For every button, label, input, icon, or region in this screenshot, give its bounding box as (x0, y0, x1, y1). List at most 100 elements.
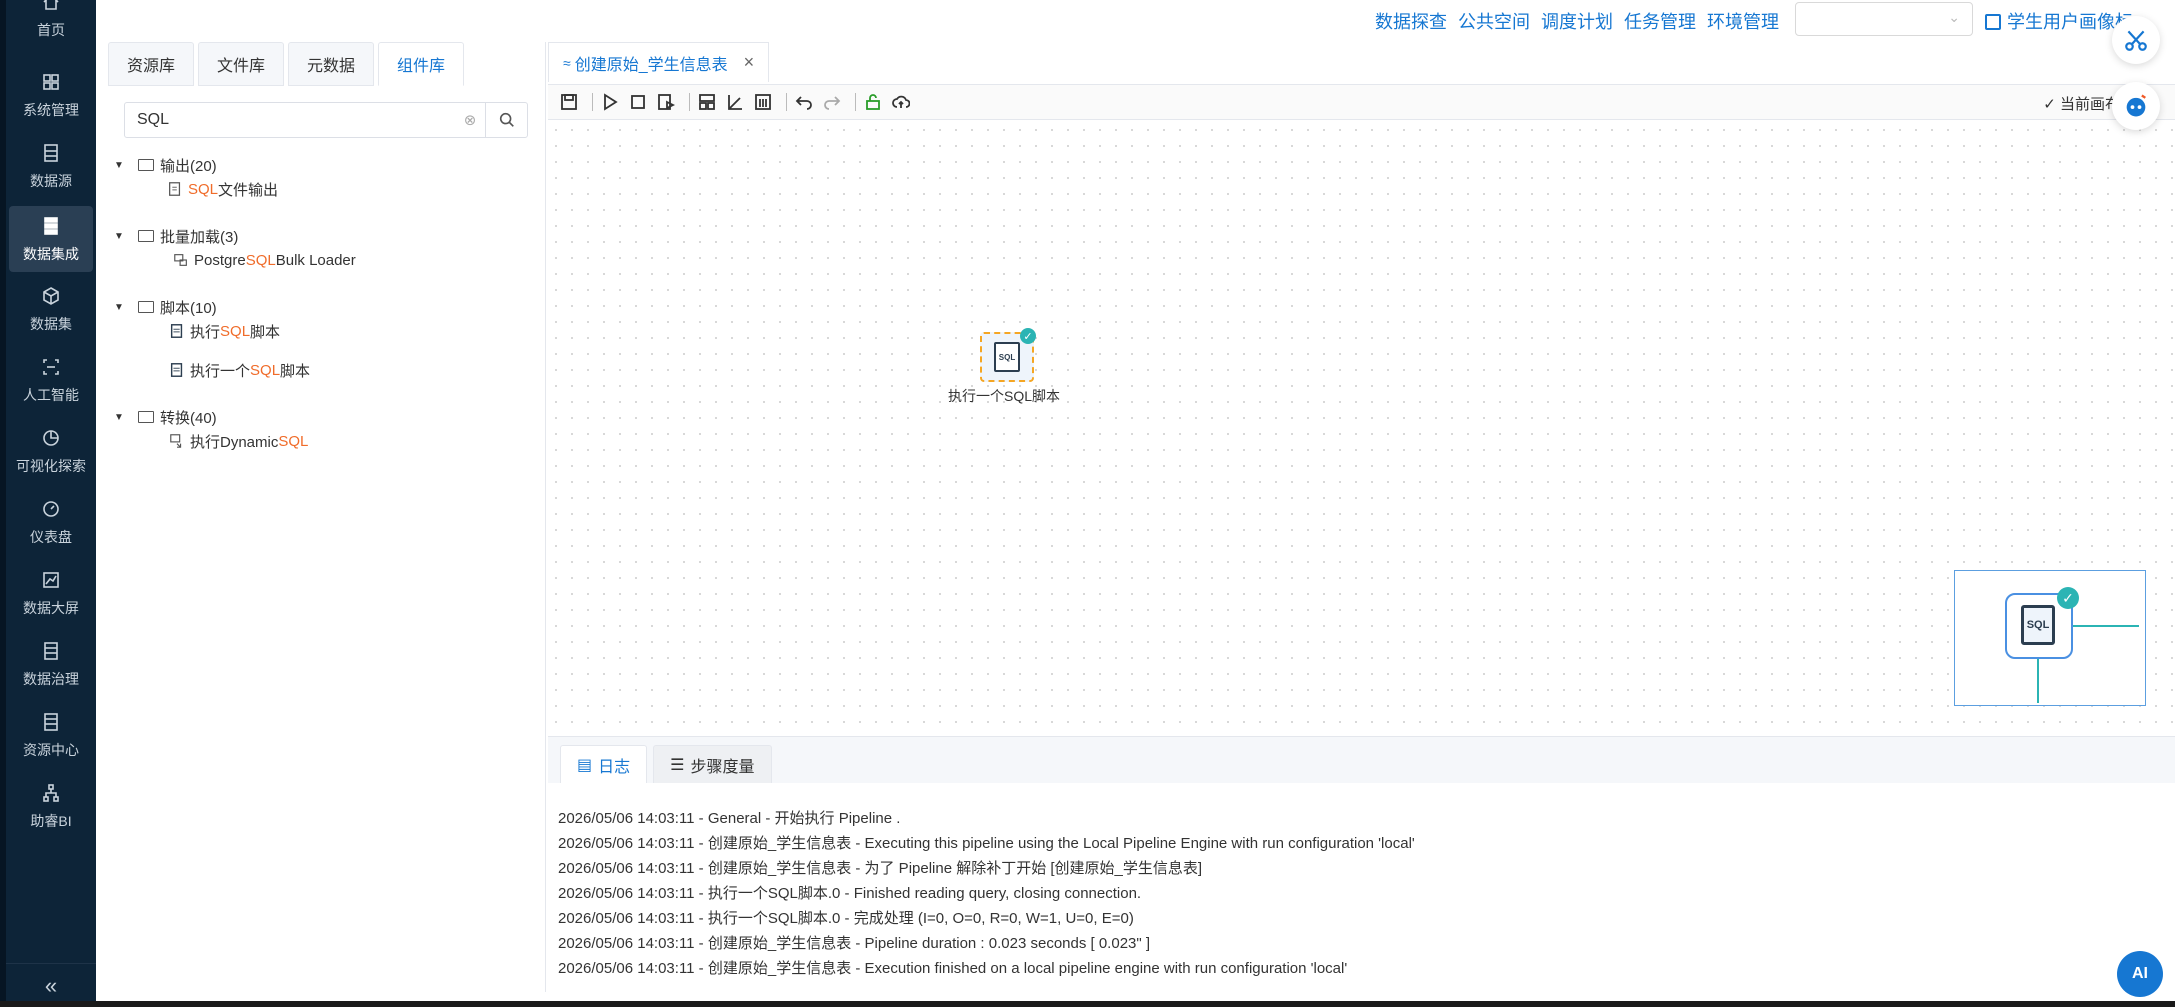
folder-icon (138, 159, 154, 171)
tab-resource-repo[interactable]: 资源库 (108, 42, 195, 86)
tab-log[interactable]: ▤ 日志 (560, 745, 648, 783)
tree-item-highlight: SQL (220, 322, 251, 340)
top-link-public-space[interactable]: 公共空间 (1458, 8, 1530, 34)
editor-tab[interactable]: ≈ 创建原始_学生信息表 × (548, 42, 770, 82)
tree-item-highlight: SQL (278, 432, 309, 450)
nav-item-visual-explore[interactable]: 可视化探索 (6, 418, 96, 484)
scissors-button[interactable] (2112, 16, 2160, 64)
stop-icon[interactable] (627, 91, 649, 113)
ai-scan-icon (39, 355, 63, 379)
redo-icon[interactable] (821, 91, 843, 113)
sql-script-icon (168, 361, 186, 379)
undo-icon[interactable] (793, 91, 815, 113)
nav-item-home[interactable]: 首页 (6, 0, 96, 48)
caret-down-icon: ▼ (114, 301, 124, 313)
lock-icon[interactable] (862, 91, 884, 113)
tree-item-exec-one-sql-script[interactable]: 执行一个 SQL 脚本 (168, 357, 310, 383)
tree-group-label: 脚本(10) (160, 299, 217, 317)
tab-metadata[interactable]: 元数据 (288, 42, 375, 86)
search-input[interactable] (125, 103, 455, 137)
pipeline-node-sql-script[interactable]: SQL ✓ (980, 328, 1036, 382)
search-button[interactable] (485, 103, 527, 137)
top-link-env-manage[interactable]: 环境管理 (1707, 8, 1779, 34)
sql-script-icon: SQL (2021, 605, 2055, 645)
canvas-minimap[interactable]: SQL ✓ (1954, 570, 2146, 706)
home-icon (39, 0, 63, 14)
align-icon[interactable] (724, 91, 746, 113)
tab-component-lib[interactable]: 组件库 (378, 42, 465, 86)
sql-script-icon (168, 322, 186, 340)
component-search: ⊗ (124, 102, 528, 138)
assistant-button[interactable] (2112, 82, 2160, 130)
nav-item-label: 人工智能 (23, 387, 79, 403)
tree-item-exec-dynamic-sql[interactable]: 执行Dynamic SQL (168, 428, 308, 454)
caret-down-icon: ▼ (114, 411, 124, 423)
nav-item-integration[interactable]: 数据集成 (9, 206, 93, 272)
tab-step-metrics[interactable]: ☰ 步骤度量 (653, 745, 772, 783)
tree-group-label: 批量加载(3) (160, 228, 239, 246)
pipeline-canvas[interactable]: SQL ✓ 执行一个SQL脚本 SQL ✓ (548, 122, 2175, 732)
ai-button[interactable]: AI (2117, 951, 2163, 997)
nav-item-big-screen[interactable]: 数据大屏 (6, 560, 96, 626)
nav-item-label: 助睿BI (30, 813, 72, 829)
log-line: 2026/05/06 14:03:11 - 创建原始_学生信息表 - Execu… (558, 835, 1415, 852)
check-icon: ✓ (1020, 328, 1036, 344)
pipeline-icon: ≈ (563, 54, 571, 71)
save-icon[interactable] (558, 91, 580, 113)
tree-group-output[interactable]: ▼ 输出(20) (114, 152, 217, 178)
caret-down-icon: ▼ (114, 230, 124, 242)
profile-link[interactable]: 学生用户画像标 (1985, 8, 2133, 34)
tree-item-postgre-bulk-loader[interactable]: Postgre SQL Bulk Loader (172, 247, 356, 273)
tree-group-label: 输出(20) (160, 157, 217, 175)
nav-item-label: 数据治理 (23, 671, 79, 687)
top-link-schedule[interactable]: 调度计划 (1541, 8, 1613, 34)
grid-icon (39, 70, 63, 94)
nav-item-zhurui-bi[interactable]: 助睿BI (6, 773, 96, 839)
tree-group-script[interactable]: ▼ 脚本(10) (114, 294, 217, 320)
nav-item-dashboard[interactable]: 仪表盘 (6, 489, 96, 555)
nav-item-dataset[interactable]: 数据集 (6, 276, 96, 342)
tree-item-sql-file-output[interactable]: SQL 文件输出 (166, 176, 278, 202)
tree-item-exec-sql-script[interactable]: 执行 SQL 脚本 (168, 318, 280, 344)
folder-icon (138, 411, 154, 423)
tree-item-post: 脚本 (250, 323, 281, 341)
clear-icon[interactable]: ⊗ (455, 103, 485, 137)
top-link-data-explore[interactable]: 数据探查 (1375, 8, 1447, 34)
double-chevron-left-icon: « (44, 972, 58, 998)
close-icon[interactable]: × (744, 52, 755, 73)
preview-icon[interactable] (655, 91, 677, 113)
tree-group-transform[interactable]: ▼ 转换(40) (114, 404, 217, 430)
nav-item-label: 数据大屏 (23, 600, 79, 616)
layout-icon[interactable] (696, 91, 718, 113)
nav-item-governance[interactable]: 数据治理 (6, 631, 96, 697)
top-link-task-manage[interactable]: 任务管理 (1624, 8, 1696, 34)
nav-item-datasource[interactable]: 数据源 (6, 133, 96, 199)
log-panel: ▤ 日志 ☰ 步骤度量 2026/05/06 14:03:11 - General … (548, 736, 2175, 992)
tab-file-repo[interactable]: 文件库 (198, 42, 285, 86)
tree-item-highlight: SQL (188, 180, 219, 198)
nav-item-resource[interactable]: 资源中心 (6, 702, 96, 768)
tree-group-bulk-load[interactable]: ▼ 批量加载(3) (114, 223, 238, 249)
run-icon[interactable] (599, 91, 621, 113)
cloud-upload-icon[interactable] (890, 91, 912, 113)
nav-item-ai[interactable]: 人工智能 (6, 347, 96, 413)
integration-icon (39, 214, 63, 238)
tree-item-pre: 执行Dynamic (190, 433, 279, 451)
nav-item-label: 可视化探索 (16, 458, 86, 474)
tab-step-metrics-label: 步骤度量 (690, 758, 755, 776)
nav-item-label: 系统管理 (23, 102, 79, 118)
project-select[interactable]: ⌄ (1795, 2, 1973, 36)
pie-icon (39, 426, 63, 450)
document-icon: ▤ (577, 756, 593, 774)
toolbar-divider (592, 93, 593, 111)
log-line: 2026/05/06 14:03:11 - 执行一个SQL脚本.0 - 完成处理… (558, 910, 1134, 927)
bottom-edge (0, 1001, 2175, 1007)
dynamic-sql-icon (168, 432, 186, 450)
assistant-bot-icon (2126, 94, 2146, 117)
tree-group-label: 转换(40) (160, 409, 217, 427)
log-line: 2026/05/06 14:03:11 - 创建原始_学生信息表 - 为了 Pi… (558, 860, 1203, 877)
minimap-viewport-line (2073, 625, 2139, 627)
metrics-icon[interactable] (752, 91, 774, 113)
scissors-icon (2125, 30, 2147, 51)
nav-item-system[interactable]: 系统管理 (6, 62, 96, 128)
